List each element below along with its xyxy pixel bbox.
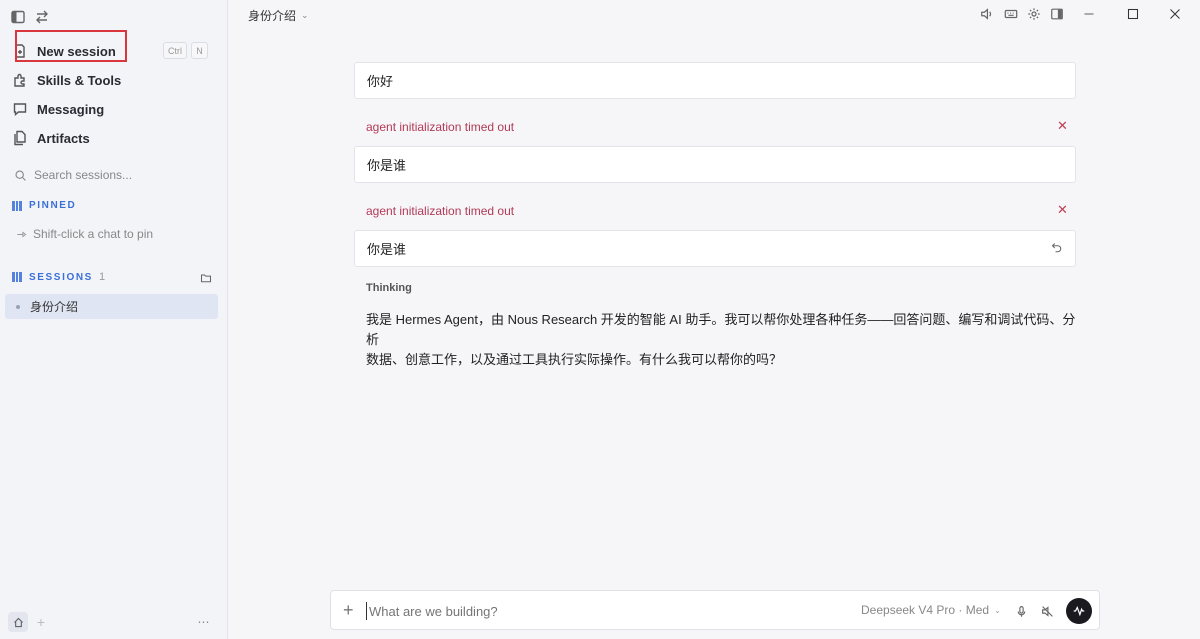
grid-icon bbox=[12, 272, 22, 282]
messaging-nav[interactable]: Messaging bbox=[12, 97, 104, 121]
messaging-label: Messaging bbox=[37, 101, 105, 117]
shortcut-ctrl: Ctrl bbox=[163, 42, 187, 59]
new-folder-icon[interactable] bbox=[198, 271, 214, 285]
more-icon[interactable]: ⋯ bbox=[196, 614, 212, 630]
pin-hint: Shift-click a chat to pin bbox=[16, 227, 153, 241]
panel-icon[interactable] bbox=[1048, 6, 1066, 22]
microphone-icon[interactable] bbox=[1013, 602, 1029, 620]
page-title: 身份介绍 bbox=[248, 9, 297, 23]
sidebar: New session Ctrl N Skills & Tools Messag… bbox=[0, 0, 228, 639]
grid-icon bbox=[12, 200, 22, 211]
puzzle-icon bbox=[14, 73, 25, 87]
search-sessions-input[interactable]: Search sessions... bbox=[14, 168, 132, 182]
highlight-annotation bbox=[15, 30, 127, 62]
shortcut-n: N bbox=[191, 42, 208, 59]
composer: + Deepseek V4 Pro · Med ⌄ bbox=[330, 590, 1100, 630]
keyboard-icon[interactable] bbox=[1002, 6, 1020, 22]
error-message: agent initialization timed out bbox=[366, 120, 515, 134]
search-icon bbox=[15, 169, 26, 181]
voice-send-button[interactable] bbox=[1066, 598, 1092, 624]
sessions-count: 1 bbox=[98, 271, 106, 283]
session-item[interactable]: 身份介绍 bbox=[5, 294, 218, 319]
home-icon[interactable] bbox=[8, 612, 28, 632]
user-message-text: 你是谁 bbox=[367, 242, 407, 257]
gear-icon[interactable] bbox=[1025, 6, 1043, 22]
dismiss-error-icon[interactable]: ✕ bbox=[1057, 118, 1068, 134]
plus-icon[interactable]: + bbox=[343, 600, 354, 620]
session-title-dropdown[interactable]: 身份介绍 ⌄ bbox=[248, 7, 309, 24]
search-placeholder: Search sessions... bbox=[34, 168, 133, 182]
reply-line: 我是 Hermes Agent，由 Nous Research 开发的智能 AI… bbox=[366, 312, 1076, 347]
model-selector[interactable]: Deepseek V4 Pro · Med ⌄ bbox=[861, 603, 1001, 617]
main-panel: 身份介绍 ⌄ 你好 agent initialization timed out… bbox=[228, 0, 1200, 639]
thinking-label: Thinking bbox=[366, 282, 412, 294]
model-name: Deepseek V4 Pro · Med bbox=[861, 603, 990, 617]
artifacts-nav[interactable]: Artifacts bbox=[12, 126, 90, 150]
waveform-icon bbox=[1073, 605, 1085, 617]
dismiss-error-icon[interactable]: ✕ bbox=[1057, 202, 1068, 218]
chevron-down-icon: ⌄ bbox=[301, 10, 309, 20]
speaker-icon[interactable] bbox=[978, 6, 996, 22]
session-title: 身份介绍 bbox=[30, 300, 79, 314]
maximize-icon[interactable] bbox=[1124, 6, 1142, 22]
artifacts-label: Artifacts bbox=[37, 130, 90, 146]
skills-tools-label: Skills & Tools bbox=[37, 72, 122, 88]
skills-tools-nav[interactable]: Skills & Tools bbox=[12, 68, 121, 92]
user-message: 你是谁 bbox=[354, 146, 1076, 183]
assistant-reply: 我是 Hermes Agent，由 Nous Research 开发的智能 AI… bbox=[366, 310, 1078, 370]
error-message: agent initialization timed out bbox=[366, 204, 515, 218]
swap-icon[interactable] bbox=[33, 8, 51, 26]
chat-bubble-icon bbox=[13, 103, 27, 116]
minimize-icon[interactable] bbox=[1080, 6, 1098, 22]
add-icon[interactable]: + bbox=[34, 614, 48, 630]
chevron-down-icon: ⌄ bbox=[994, 605, 1001, 615]
document-icon bbox=[14, 130, 26, 146]
user-message: 你好 bbox=[354, 62, 1076, 99]
sidebar-toggle-icon[interactable] bbox=[9, 8, 27, 26]
session-dot bbox=[16, 304, 20, 309]
user-message: 你是谁 bbox=[354, 230, 1076, 267]
sessions-header: SESSIONS 1 bbox=[12, 271, 105, 283]
retry-icon[interactable] bbox=[1049, 240, 1065, 256]
message-input[interactable] bbox=[366, 602, 816, 620]
reply-line: 数据、创意工作，以及通过工具执行实际操作。有什么我可以帮你的吗？ bbox=[366, 352, 783, 367]
mute-icon[interactable] bbox=[1039, 602, 1055, 620]
pin-icon bbox=[17, 230, 27, 238]
pinned-header: PINNED bbox=[12, 200, 76, 211]
close-icon[interactable] bbox=[1166, 6, 1184, 22]
